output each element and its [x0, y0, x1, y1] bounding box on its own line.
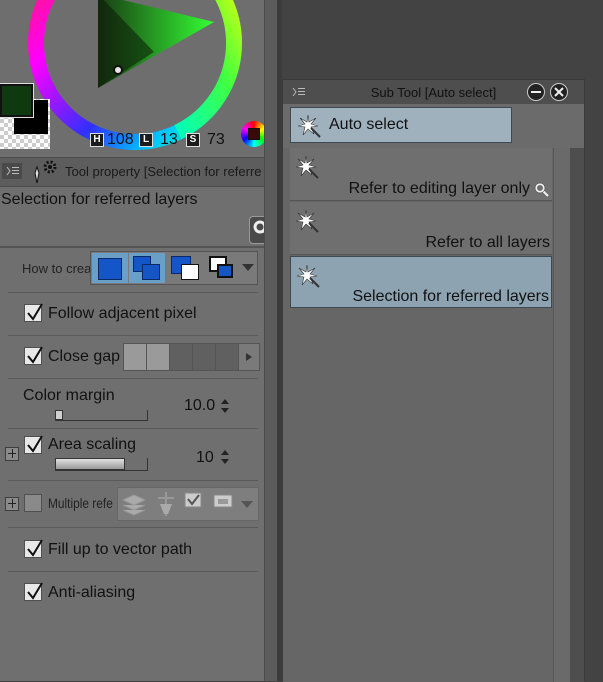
l-value: 13	[160, 131, 178, 148]
sub-tool-titlebar: Sub Tool [Auto select]	[283, 80, 584, 104]
gap-level-1[interactable]	[123, 343, 147, 371]
row-divider	[8, 292, 258, 293]
color-margin-slider[interactable]	[55, 410, 148, 421]
close-icon[interactable]	[550, 83, 568, 101]
section-divider	[0, 246, 264, 248]
intersect-selection-mode-button[interactable]	[205, 253, 239, 283]
sub-tool-item-label: Selection for referred layers	[352, 288, 549, 305]
add-selection-mode-button[interactable]	[129, 253, 165, 283]
gap-level-2[interactable]	[146, 343, 170, 371]
multiple-ref-label: Multiple refe	[48, 495, 113, 511]
area-scaling-slider[interactable]	[55, 458, 148, 471]
fill-vector-label: Fill up to vector path	[48, 541, 193, 558]
tool-property-header: Tool property [Selection for referre	[0, 157, 276, 187]
gap-level-4[interactable]	[192, 343, 216, 371]
sub-tool-item-label: Refer to editing layer only	[348, 180, 530, 197]
new-selection-mode-button[interactable]	[92, 253, 128, 283]
row-divider	[8, 480, 258, 481]
sub-tool-item-all-layers[interactable]: Refer to all layers	[290, 202, 552, 255]
tool-settings-icon[interactable]	[30, 159, 60, 185]
tool-name: Selection for referred layers	[1, 191, 198, 208]
selection-mode-group	[90, 251, 258, 285]
magic-wand-icon	[297, 114, 321, 138]
multiple-ref-checkbox[interactable]	[24, 494, 42, 512]
color-triangle[interactable]	[94, 0, 218, 92]
auto-select-group-tab[interactable]: Auto select	[290, 107, 512, 143]
follow-adjacent-label: Follow adjacent pixel	[48, 305, 197, 322]
magic-wand-icon	[296, 264, 320, 288]
magic-wand-icon	[295, 209, 319, 233]
color-margin-slider-fill	[55, 410, 63, 420]
sub-tool-scrollbar[interactable]	[553, 148, 571, 682]
l-label: L	[139, 132, 153, 147]
anti-aliasing-label: Anti-aliasing	[48, 584, 136, 601]
s-value: 73	[207, 131, 225, 148]
tool-property-title: Tool property [Selection for referre	[65, 164, 262, 179]
selected-layer-icon[interactable]	[182, 490, 210, 518]
color-margin-spinner-icon[interactable]	[220, 398, 230, 414]
row-divider	[8, 527, 258, 528]
minimize-icon[interactable]	[527, 83, 545, 101]
close-gap-level-selector	[123, 343, 260, 371]
subtract-selection-mode-button[interactable]	[167, 253, 203, 283]
layers-ref-icon[interactable]	[120, 490, 148, 518]
h-value: 108	[107, 131, 134, 148]
h-label: H	[90, 132, 104, 147]
tool-property-scrollbar[interactable]	[264, 0, 277, 681]
sub-tool-item-referred-layers[interactable]: Selection for referred layers	[290, 256, 552, 308]
color-picker-cursor[interactable]	[113, 65, 123, 75]
multiple-ref-options	[117, 487, 259, 521]
color-panel: H 108 L 13 S 73	[0, 0, 276, 153]
sub-tool-group-bar: Auto select	[283, 104, 584, 148]
h-readout: H 108	[90, 131, 134, 149]
gap-level-3[interactable]	[169, 343, 193, 371]
row-divider	[8, 378, 258, 379]
main-color-swatch[interactable]	[0, 83, 34, 118]
expand-plus-icon[interactable]	[5, 497, 19, 511]
reference-layer-icon[interactable]	[152, 490, 180, 518]
magic-wand-icon	[295, 155, 319, 179]
sub-tool-item-editing-layer[interactable]: Refer to editing layer only	[290, 148, 552, 201]
row-divider	[8, 571, 258, 572]
expand-plus-icon[interactable]	[5, 447, 19, 461]
folder-layer-icon[interactable]	[210, 490, 238, 518]
color-margin-value[interactable]: 10.0	[184, 397, 215, 415]
auto-select-group-label: Auto select	[329, 116, 409, 133]
anti-aliasing-checkbox[interactable]	[24, 582, 43, 601]
follow-adjacent-checkbox[interactable]	[24, 303, 43, 322]
chevron-down-icon[interactable]	[241, 263, 255, 273]
panel-menu-icon[interactable]	[2, 163, 22, 179]
sub-tool-side-strip	[570, 148, 584, 682]
close-gap-label: Close gap	[48, 348, 121, 365]
row-divider	[8, 335, 258, 336]
s-label: S	[186, 132, 200, 147]
area-scaling-checkbox[interactable]	[24, 435, 43, 454]
l-readout: L 13	[139, 131, 178, 149]
row-divider	[8, 428, 258, 429]
area-scaling-slider-fill	[55, 458, 125, 470]
area-scaling-spinner-icon[interactable]	[220, 449, 230, 465]
sub-tool-item-label: Refer to all layers	[425, 234, 551, 251]
s-readout: S 73	[186, 131, 225, 149]
chevron-down-icon[interactable]	[240, 500, 254, 510]
fill-vector-checkbox[interactable]	[24, 539, 43, 558]
area-scaling-value[interactable]: 10	[196, 449, 214, 467]
how-to-create-label: How to crea	[22, 261, 92, 276]
color-margin-label: Color margin	[23, 387, 115, 404]
area-scaling-label: Area scaling	[48, 436, 137, 453]
tool-settings-icon	[534, 182, 549, 197]
close-gap-checkbox[interactable]	[24, 346, 43, 365]
gap-level-5[interactable]	[215, 343, 239, 371]
gap-more-button[interactable]	[238, 343, 260, 371]
sub-tool-panel: Sub Tool [Auto select] Auto select Refer…	[282, 79, 585, 682]
